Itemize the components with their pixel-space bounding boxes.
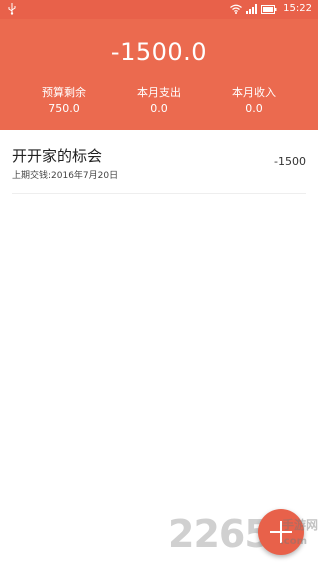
signal-icon: [246, 4, 258, 14]
item-subtitle: 上期交钱:2016年7月20日: [12, 171, 119, 181]
summary-header: -1500.0 预算剩余 750.0 本月支出 0.0 本月收入 0.0: [0, 19, 318, 130]
list-item[interactable]: 开开家的标会 上期交钱:2016年7月20日 -1500: [0, 130, 318, 194]
stat-label: 本月支出: [137, 86, 181, 99]
summary-stats: 预算剩余 750.0 本月支出 0.0 本月收入 0.0: [0, 86, 318, 120]
stat-value: 0.0: [245, 102, 263, 115]
wifi-icon: [230, 4, 243, 14]
item-amount: -1500: [274, 155, 306, 168]
add-button[interactable]: [258, 509, 304, 555]
watermark-domain: .com: [280, 536, 308, 547]
status-icons: 15:22: [230, 3, 312, 15]
status-bar: 15:22: [0, 0, 318, 19]
watermark-number: 2265: [168, 512, 271, 556]
watermark-text: 手游网: [282, 518, 319, 532]
stat-value: 0.0: [150, 102, 168, 115]
item-title: 开开家的标会: [12, 147, 103, 165]
battery-icon: [261, 4, 277, 14]
stat-value: 750.0: [48, 102, 80, 115]
stat-budget-remaining: 预算剩余 750.0: [14, 86, 114, 116]
stat-month-expense: 本月支出 0.0: [109, 86, 209, 116]
usb-icon: [8, 3, 16, 15]
status-time: 15:22: [283, 3, 312, 14]
balance-total: -1500.0: [110, 38, 208, 66]
stat-label: 预算剩余: [42, 86, 86, 99]
stat-month-income: 本月收入 0.0: [204, 86, 304, 116]
stat-label: 本月收入: [232, 86, 276, 99]
divider: [12, 193, 306, 194]
